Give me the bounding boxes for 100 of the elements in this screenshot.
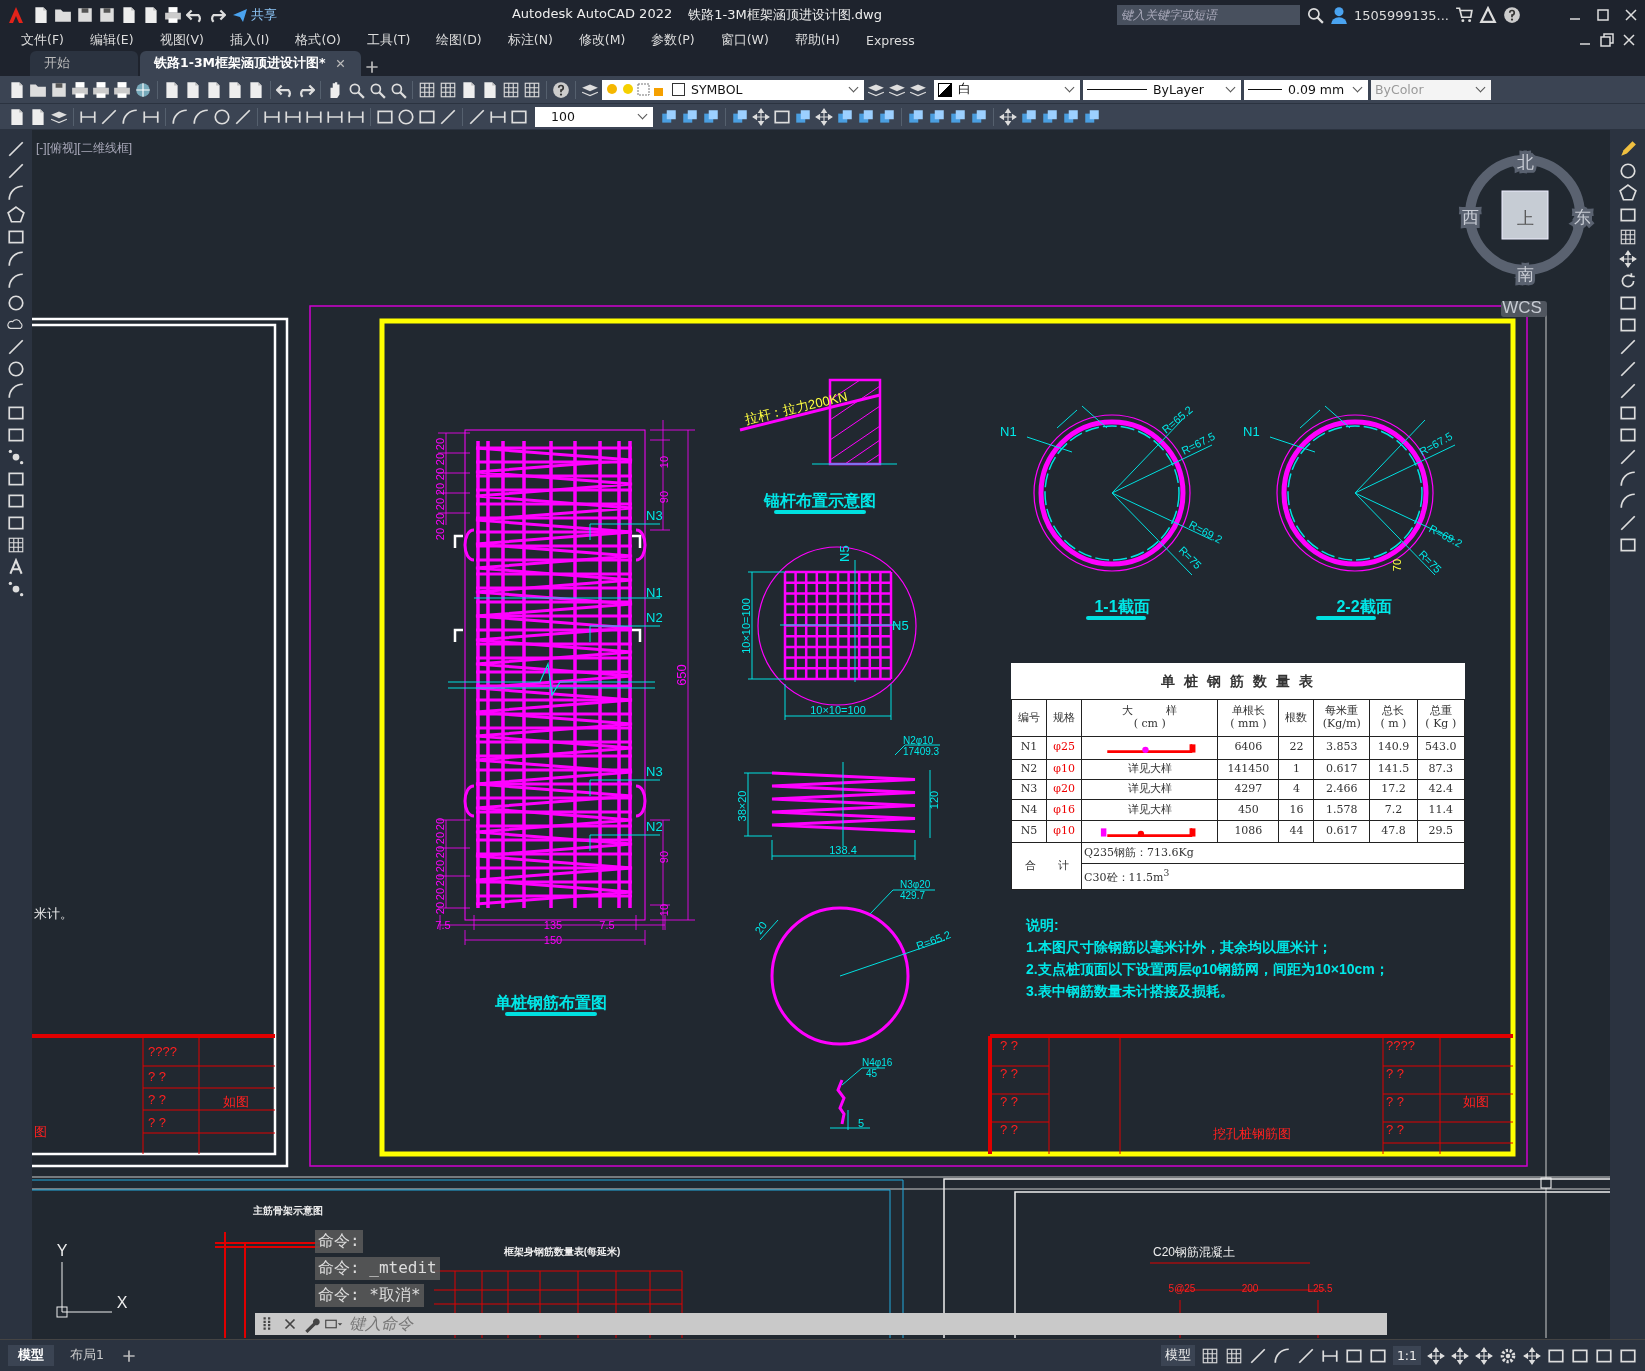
paper-plane-icon[interactable]	[232, 7, 248, 23]
globe-icon[interactable]	[134, 80, 152, 99]
cube-icon[interactable]	[1062, 107, 1080, 126]
pencil-icon[interactable]	[1618, 140, 1637, 158]
cube-icon[interactable]	[731, 107, 749, 126]
cube-icon[interactable]	[1020, 107, 1038, 126]
grid-icon[interactable]	[439, 80, 457, 99]
line-icon[interactable]	[1618, 382, 1637, 400]
menu-item[interactable]: 标注(N)	[494, 31, 566, 49]
square-icon[interactable]	[7, 492, 25, 510]
circle-icon[interactable]	[213, 107, 231, 126]
menu-item[interactable]: 绘图(D)	[423, 31, 495, 49]
move-icon[interactable]	[1451, 1346, 1469, 1365]
line-icon[interactable]	[1618, 338, 1637, 356]
line-icon[interactable]	[7, 338, 25, 356]
cube-icon[interactable]	[878, 107, 896, 126]
doc-icon[interactable]	[142, 6, 160, 24]
doc-icon[interactable]	[32, 6, 50, 24]
menu-item[interactable]: Express	[853, 32, 928, 48]
line-icon[interactable]	[439, 107, 457, 126]
cube-icon[interactable]	[970, 107, 988, 126]
close-icon[interactable]	[1623, 7, 1639, 23]
layer-dropdown[interactable]: SYMBOL	[602, 79, 864, 100]
app-logo-icon[interactable]	[6, 5, 26, 25]
square-icon[interactable]	[1618, 294, 1637, 312]
linetype-dropdown[interactable]: ByLayer	[1083, 79, 1241, 100]
cube-icon[interactable]	[907, 107, 925, 126]
line-icon[interactable]	[1296, 1346, 1315, 1365]
menu-item[interactable]: 窗口(W)	[707, 31, 782, 49]
move-icon[interactable]	[1427, 1346, 1445, 1365]
arc-icon[interactable]	[1618, 470, 1637, 488]
annotation-scale-button[interactable]: 1:1	[1392, 1346, 1421, 1365]
dot-icon[interactable]	[7, 448, 25, 466]
search-field[interactable]: 键入关键字或短语	[1116, 5, 1300, 25]
document-tab[interactable]: 铁路1-3M框架涵顶进设计图*	[140, 51, 361, 76]
arc-icon[interactable]	[171, 107, 189, 126]
move-icon[interactable]	[1618, 250, 1637, 268]
grid-icon[interactable]	[418, 80, 436, 99]
text-icon[interactable]	[7, 558, 25, 576]
arc-icon[interactable]	[7, 382, 25, 400]
menu-item[interactable]: 视图(V)	[146, 31, 217, 49]
menu-item[interactable]: 插入(I)	[216, 31, 283, 49]
print-icon[interactable]	[71, 80, 89, 99]
gear-icon[interactable]	[1499, 1346, 1517, 1365]
menu-item[interactable]: 格式(O)	[282, 31, 354, 49]
line-icon[interactable]	[234, 107, 252, 126]
line-icon[interactable]	[7, 140, 25, 158]
share-button[interactable]: 共享	[232, 6, 277, 24]
cube-icon[interactable]	[949, 107, 967, 126]
arc-icon[interactable]	[192, 107, 210, 126]
document-tab[interactable]: 开始	[30, 51, 138, 76]
doc-icon[interactable]	[163, 80, 181, 99]
close-icon[interactable]	[1621, 32, 1637, 48]
doc-icon[interactable]	[460, 80, 478, 99]
move-icon[interactable]	[1523, 1346, 1541, 1365]
grid-icon[interactable]	[1200, 1346, 1219, 1365]
arc-icon[interactable]	[121, 107, 139, 126]
help-icon[interactable]	[1503, 6, 1521, 24]
grid-icon[interactable]	[502, 80, 520, 99]
arc-icon[interactable]	[7, 184, 25, 202]
cube-icon[interactable]	[1083, 107, 1101, 126]
circle-icon[interactable]	[7, 294, 25, 312]
help-icon[interactable]	[552, 80, 570, 99]
polygon-icon[interactable]	[1618, 184, 1637, 202]
restore-icon[interactable]	[1599, 32, 1615, 48]
move-icon[interactable]	[999, 107, 1017, 126]
grip-marker[interactable]	[1540, 1177, 1552, 1189]
circle-icon[interactable]	[397, 107, 415, 126]
doc-icon[interactable]	[29, 107, 47, 126]
square-icon[interactable]	[1618, 426, 1637, 444]
doc-icon[interactable]	[184, 80, 202, 99]
search-icon[interactable]	[1305, 6, 1324, 24]
doc-icon[interactable]	[247, 80, 265, 99]
doc-icon[interactable]	[481, 80, 499, 99]
print-icon[interactable]	[164, 6, 182, 24]
cart-icon[interactable]	[1455, 6, 1473, 24]
doc-icon[interactable]	[8, 107, 26, 126]
color-dropdown[interactable]: 白	[934, 79, 1080, 100]
circle-icon[interactable]	[7, 360, 25, 378]
doc-icon[interactable]	[205, 80, 223, 99]
maximize-icon[interactable]	[1595, 7, 1611, 23]
line-icon[interactable]	[1618, 360, 1637, 378]
menu-item[interactable]: 编辑(E)	[76, 31, 147, 49]
grid-icon[interactable]	[7, 536, 25, 554]
line-icon[interactable]	[100, 107, 118, 126]
lineweight-dropdown[interactable]: 0.09 mm	[1244, 79, 1368, 100]
network-icon[interactable]	[1479, 6, 1497, 24]
save-icon[interactable]	[76, 6, 94, 24]
cube-icon[interactable]	[794, 107, 812, 126]
layout-tab[interactable]: 模型	[8, 1345, 54, 1366]
ucs-menu-button[interactable]: WCS	[1501, 298, 1547, 317]
menu-item[interactable]: 工具(T)	[353, 31, 424, 49]
line-icon[interactable]	[468, 107, 486, 126]
cube-icon[interactable]	[857, 107, 875, 126]
folder-icon[interactable]	[54, 6, 72, 24]
arc-icon[interactable]	[1618, 492, 1637, 510]
square-icon[interactable]	[1618, 404, 1637, 422]
save-icon[interactable]	[98, 6, 116, 24]
cube-icon[interactable]	[836, 107, 854, 126]
circle-icon[interactable]	[1618, 162, 1637, 180]
